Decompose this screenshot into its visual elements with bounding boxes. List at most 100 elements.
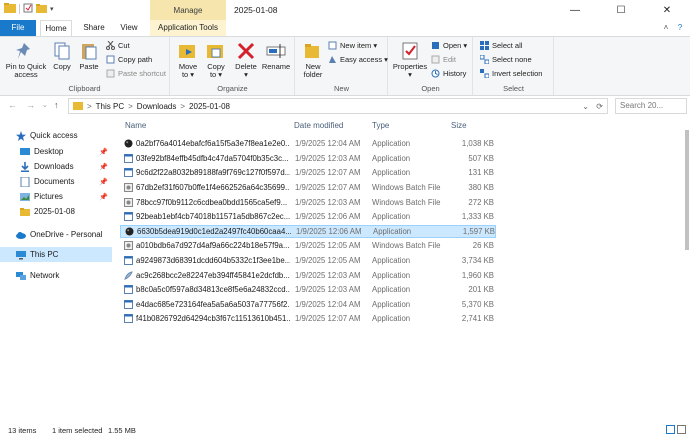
refresh-button[interactable]: ⟳ — [596, 102, 603, 111]
invert-selection-button[interactable]: Invert selection — [480, 69, 542, 79]
address-dropdown-button[interactable]: ⌄ — [582, 102, 589, 111]
cut-button[interactable]: Cut — [106, 40, 130, 50]
tab-home[interactable]: Home — [40, 20, 72, 37]
breadcrumb-separator: > — [87, 101, 92, 111]
file-row[interactable]: b8c0a5c0f597a8d34813ce8f5e6a24832ccd... 1… — [120, 283, 496, 297]
maximize-button[interactable]: ☐ — [598, 0, 644, 20]
move-to-button[interactable]: Move to ▾ — [175, 41, 201, 79]
column-header-date-modified[interactable]: Date modified — [294, 118, 343, 134]
nav-pictures[interactable]: Pictures 📌 — [0, 189, 112, 204]
nav-quick-access[interactable]: Quick access — [0, 128, 112, 143]
new-folder-quick-icon[interactable] — [36, 3, 47, 15]
paste-button[interactable]: Paste — [76, 41, 102, 71]
file-row[interactable]: 92beab1ebf4cb74018b11571a5db867c2ec... 1/… — [120, 210, 496, 224]
breadcrumb-separator: > — [128, 101, 133, 111]
nav-onedrive[interactable]: OneDrive - Personal — [0, 227, 112, 242]
open-button[interactable]: Open ▾ — [431, 41, 467, 50]
new-folder-label-line2: folder — [303, 70, 323, 79]
file-type: Application — [372, 168, 411, 178]
file-row[interactable]: a010bdb6a7d927d4af9a66c224b18e57f9a... 1/… — [120, 239, 496, 253]
collapse-ribbon-button[interactable]: ˄ — [660, 20, 672, 36]
file-row[interactable]: f41b0826792d64294cb3f67c11513610b451... 1… — [120, 312, 496, 326]
edit-button[interactable]: Edit — [431, 55, 456, 64]
manage-contextual-tab[interactable]: Manage — [150, 0, 226, 21]
nav-downloads[interactable]: Downloads 📌 — [0, 159, 112, 174]
tab-share[interactable]: Share — [80, 20, 108, 36]
nav-this-pc-label: This PC — [30, 250, 59, 259]
tab-view[interactable]: View — [114, 20, 144, 36]
up-button[interactable]: ↑ — [54, 100, 59, 110]
breadcrumb-downloads[interactable]: Downloads — [137, 102, 177, 111]
vertical-scrollbar[interactable] — [684, 118, 690, 418]
copy-path-button[interactable]: Copy path — [106, 55, 152, 64]
nav-documents[interactable]: Documents 📌 — [0, 174, 112, 189]
history-button[interactable]: History — [431, 69, 466, 78]
tab-file[interactable]: File — [0, 20, 36, 36]
tab-application-tools[interactable]: Application Tools — [150, 20, 226, 36]
help-button[interactable]: ? — [674, 20, 686, 36]
batch-icon — [124, 197, 133, 207]
large-icons-view-icon[interactable] — [677, 425, 686, 434]
delete-button[interactable]: Delete ▾ — [233, 41, 259, 79]
file-row[interactable]: 0a2bf76a4014ebafcf6a15f5a3e7f8ea1e2e0...… — [120, 137, 496, 151]
file-type: Application — [373, 226, 412, 236]
file-row[interactable]: 67db2ef31f607b0ffe1f4e662526a64c35699...… — [120, 181, 496, 195]
copy-button[interactable]: Copy — [50, 41, 74, 71]
rename-button[interactable]: Rename — [261, 41, 291, 71]
nav-desktop[interactable]: Desktop 📌 — [0, 144, 112, 159]
open-label: Open ▾ — [443, 41, 468, 50]
file-row[interactable]: ac9c268bcc2e82247eb394ff45841e2dcfdb... 1… — [120, 268, 496, 282]
file-name: 0a2bf76a4014ebafcf6a15f5a3e7f8ea1e2e0... — [136, 139, 290, 149]
file-row[interactable]: 9c6d2f22a8032b89188fa9f769c127f0f597d...… — [120, 166, 496, 180]
select-all-button[interactable]: Select all — [480, 41, 522, 50]
cut-label: Cut — [118, 41, 130, 50]
forward-button[interactable]: → — [26, 100, 35, 110]
file-name: 9c6d2f22a8032b89188fa9f769c127f0f597d... — [136, 168, 290, 178]
easy-access-button[interactable]: Easy access ▾ — [328, 55, 388, 64]
copy-path-label: Copy path — [118, 55, 153, 64]
scrollbar-thumb[interactable] — [685, 130, 689, 250]
file-row[interactable]: e4dac685e723164fea5a5a6a5037a77756f2... 1… — [120, 298, 496, 312]
properties-icon[interactable] — [23, 3, 33, 15]
copy-to-button[interactable]: Copy to ▾ — [203, 41, 229, 79]
breadcrumb-this-pc[interactable]: This PC — [96, 102, 124, 111]
file-row[interactable]: 03fe92bf84effb45dfb4c47da5704f0b35c3c...… — [120, 152, 496, 166]
file-name: b8c0a5c0f597a8d34813ce8f5e6a24832ccd... — [136, 285, 290, 295]
paste-shortcut-icon — [106, 69, 115, 78]
nav-this-pc[interactable]: This PC — [0, 247, 112, 262]
file-name-cell: 0a2bf76a4014ebafcf6a15f5a3e7f8ea1e2e0... — [124, 139, 290, 148]
copy-icon — [52, 41, 72, 61]
file-type: Application — [372, 285, 411, 295]
file-size: 380 KB — [468, 183, 494, 193]
breadcrumb-2025-01-08[interactable]: 2025-01-08 — [189, 102, 230, 111]
file-name: f41b0826792d64294cb3f67c11513610b451... — [136, 314, 290, 324]
file-row[interactable]: 78bcc97f0b9112c6cdbea0bdd1565ca5ef9... 1/… — [120, 195, 496, 209]
qat-dropdown-icon[interactable]: ▾ — [50, 5, 54, 13]
new-folder-button[interactable]: New folder — [300, 41, 326, 79]
file-date-modified: 1/9/2025 12:03 AM — [295, 153, 361, 163]
minimize-button[interactable]: — — [552, 0, 598, 20]
search-input[interactable]: Search 20... — [615, 98, 687, 114]
column-header-name[interactable]: Name — [125, 118, 146, 134]
address-bar[interactable]: > This PC > Downloads > 2025-01-08 ⌄ ⟳ — [68, 98, 608, 114]
column-header-type[interactable]: Type — [372, 118, 389, 134]
nav-folder-2025-01-08[interactable]: 2025-01-08 — [0, 204, 112, 219]
recent-locations-button[interactable]: ⌄ — [42, 101, 48, 109]
nav-network[interactable]: Network — [0, 268, 112, 283]
file-row[interactable]: a9249873d68391dcdd604b5332c1f3ee1be... 1/… — [120, 254, 496, 268]
cloud-icon — [16, 230, 26, 240]
paste-shortcut-button[interactable]: Paste shortcut — [106, 69, 166, 78]
properties-button[interactable]: Properties ▾ — [391, 41, 429, 79]
column-header-size[interactable]: Size — [451, 118, 467, 134]
file-row[interactable]: 6630b5dea919d0c1ed2a2497fc40b60caa4... 1/… — [120, 224, 496, 239]
history-label: History — [443, 69, 467, 78]
close-button[interactable]: ✕ — [644, 0, 690, 20]
select-none-icon — [479, 54, 490, 65]
app-icon — [124, 299, 133, 309]
new-item-button[interactable]: New item ▾ — [328, 41, 377, 50]
details-view-icon[interactable] — [666, 425, 675, 434]
rename-icon — [266, 41, 286, 61]
back-button[interactable]: ← — [8, 100, 17, 110]
select-none-button[interactable]: Select none — [479, 54, 532, 65]
pin-to-quick-access-button[interactable]: Pin to Quick access — [4, 41, 48, 79]
